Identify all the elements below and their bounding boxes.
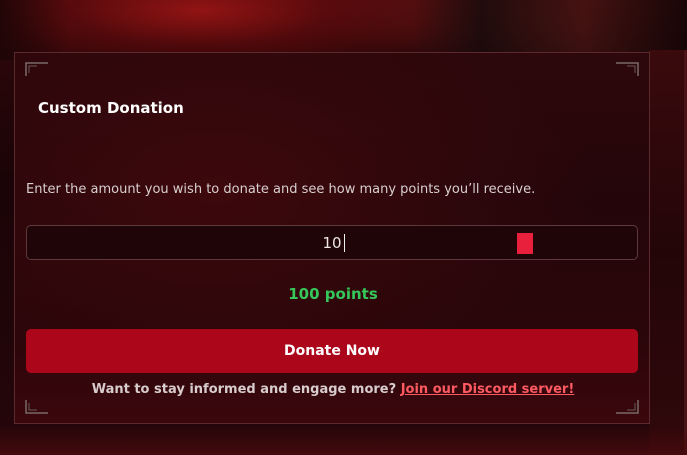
points-result: 100 points <box>288 285 378 303</box>
corner-ornament-icon <box>615 61 639 77</box>
donate-now-button[interactable]: Donate Now <box>26 329 638 373</box>
background-art-bottom <box>0 425 687 455</box>
amount-input[interactable] <box>27 226 637 259</box>
text-cursor <box>344 234 345 252</box>
corner-ornament-icon <box>615 399 639 415</box>
background-side-panel <box>649 50 687 455</box>
discord-invite-text: Want to stay informed and engage more? <box>91 382 397 397</box>
discord-invite-line: Want to stay informed and engage more? J… <box>15 382 651 398</box>
background-art-top <box>0 0 687 60</box>
corner-ornament-icon <box>25 399 49 415</box>
number-stepper-indicator[interactable] <box>517 233 533 254</box>
panel-title: Custom Donation <box>38 99 184 117</box>
discord-link[interactable]: Join our Discord server! <box>401 382 575 397</box>
custom-donation-panel: Custom Donation Enter the amount you wis… <box>14 52 650 424</box>
amount-field[interactable] <box>26 225 638 260</box>
corner-ornament-icon <box>25 61 49 77</box>
donation-description: Enter the amount you wish to donate and … <box>26 182 536 197</box>
